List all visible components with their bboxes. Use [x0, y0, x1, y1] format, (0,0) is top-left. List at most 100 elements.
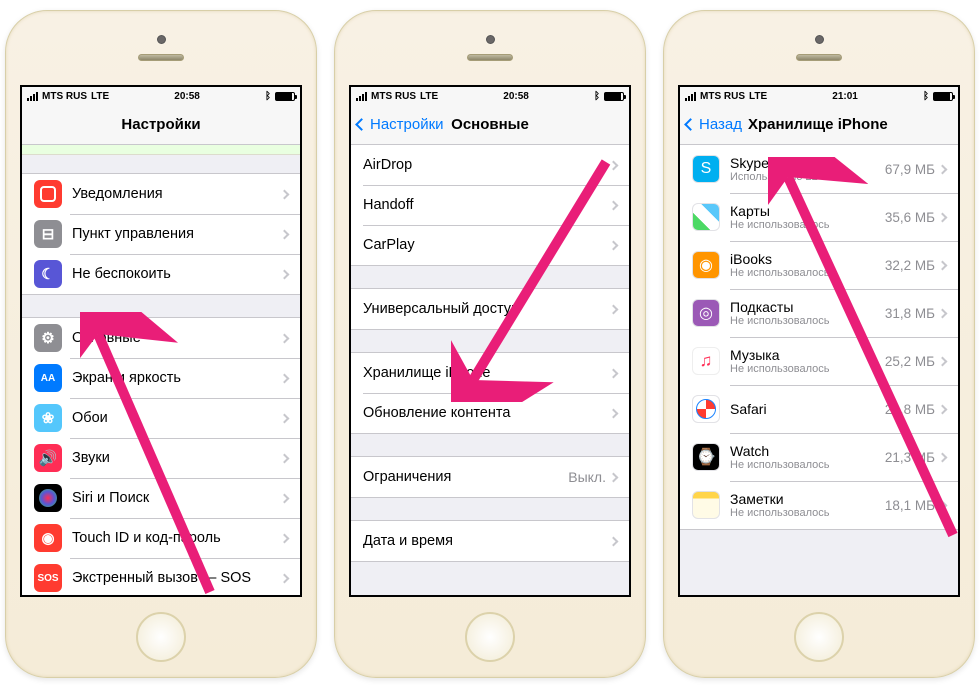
row-label: Хранилище iPhone — [363, 365, 610, 381]
row-label: Основные — [72, 330, 281, 346]
row-app-podcasts[interactable]: ◎ Подкасты Не использовалось 31,8 МБ — [680, 289, 958, 337]
row-app-notes[interactable]: Заметки Не использовалось 18,1 МБ — [680, 481, 958, 529]
network-label: LTE — [91, 91, 109, 102]
row-app-safari[interactable]: Safari 24,8 МБ — [680, 385, 958, 433]
row-app-watch[interactable]: ⌚ Watch Не использовалось 21,3 МБ — [680, 433, 958, 481]
clock-label: 20:58 — [503, 91, 529, 102]
app-name: Safari — [730, 401, 885, 417]
app-name: Карты — [730, 203, 885, 219]
camera-icon — [157, 35, 166, 44]
app-sub: Не использовалось — [730, 459, 885, 472]
battery-icon — [275, 92, 295, 101]
app-sub: Не использовалось — [730, 363, 885, 376]
chevron-right-icon — [609, 304, 619, 314]
music-icon: ♫ — [692, 347, 720, 375]
chevron-right-icon — [280, 373, 290, 383]
row-app-maps[interactable]: Карты Не использовалось 35,6 МБ — [680, 193, 958, 241]
row-background-refresh[interactable]: Обновление контента — [351, 393, 629, 433]
chevron-right-icon — [938, 356, 948, 366]
row-label: Экран и яркость — [72, 370, 281, 386]
phone-speaker — [467, 35, 513, 61]
nav-bar: Настройки — [22, 105, 300, 145]
status-bar: MTS RUS LTE 20:58 ᛒ — [351, 87, 629, 105]
page-title: Хранилище iPhone — [742, 116, 952, 133]
chevron-right-icon — [938, 260, 948, 270]
chevron-right-icon — [938, 308, 948, 318]
chevron-right-icon — [280, 453, 290, 463]
app-size: 67,9 МБ — [885, 162, 935, 177]
nav-bar: Настройки Основные — [351, 105, 629, 145]
row-general[interactable]: ⚙ Основные — [22, 318, 300, 358]
row-label: Дата и время — [363, 533, 610, 549]
home-button[interactable] — [136, 612, 186, 662]
row-app-music[interactable]: ♫ Музыка Не использовалось 25,2 МБ — [680, 337, 958, 385]
row-label: Не беспокоить — [72, 266, 281, 282]
chevron-right-icon — [938, 500, 948, 510]
chevron-left-icon — [355, 118, 368, 131]
wallpaper-icon: ❀ — [34, 404, 62, 432]
chevron-right-icon — [609, 240, 619, 250]
app-sub: Не использовалось — [730, 507, 885, 520]
app-size: 18,1 МБ — [885, 498, 935, 513]
row-app-skype[interactable]: S Skype Использовано 22 сент... 67,9 МБ — [680, 145, 958, 193]
row-touchid[interactable]: ◉ Touch ID и код-пароль — [22, 518, 300, 558]
row-label: Экстренный вызов — SOS — [72, 570, 281, 586]
row-carplay[interactable]: CarPlay — [351, 225, 629, 265]
row-label: Ограничения — [363, 469, 568, 485]
earpiece-icon — [467, 54, 513, 61]
row-notifications[interactable]: Уведомления — [22, 174, 300, 214]
chevron-right-icon — [280, 189, 290, 199]
row-label: Touch ID и код-пароль — [72, 530, 281, 546]
row-display[interactable]: AA Экран и яркость — [22, 358, 300, 398]
row-iphone-storage[interactable]: Хранилище iPhone — [351, 353, 629, 393]
earpiece-icon — [796, 54, 842, 61]
row-label: Handoff — [363, 197, 610, 213]
network-label: LTE — [420, 91, 438, 102]
home-button[interactable] — [465, 612, 515, 662]
network-label: LTE — [749, 91, 767, 102]
chevron-right-icon — [609, 408, 619, 418]
app-name: Музыка — [730, 347, 885, 363]
row-date-time[interactable]: Дата и время — [351, 521, 629, 561]
notifications-icon — [34, 180, 62, 208]
row-label: Обои — [72, 410, 281, 426]
row-siri[interactable]: Siri и Поиск — [22, 478, 300, 518]
row-app-ibooks[interactable]: ◉ iBooks Не использовалось 32,2 МБ — [680, 241, 958, 289]
carrier-label: MTS RUS — [371, 91, 416, 102]
app-name: Skype — [730, 155, 885, 171]
storage-list[interactable]: S Skype Использовано 22 сент... 67,9 МБ … — [680, 145, 958, 595]
chevron-right-icon — [938, 404, 948, 414]
row-sos[interactable]: SOS Экстренный вызов — SOS — [22, 558, 300, 595]
app-name: Заметки — [730, 491, 885, 507]
row-control-center[interactable]: ⊟ Пункт управления — [22, 214, 300, 254]
clock-label: 20:58 — [174, 91, 200, 102]
general-list[interactable]: AirDrop Handoff CarPlay Универсальный до… — [351, 145, 629, 595]
maps-icon — [692, 203, 720, 231]
sos-icon: SOS — [34, 564, 62, 592]
back-button[interactable]: Настройки — [357, 116, 444, 133]
row-accessibility[interactable]: Универсальный доступ — [351, 289, 629, 329]
chevron-right-icon — [609, 472, 619, 482]
row-dnd[interactable]: ☾ Не беспокоить — [22, 254, 300, 294]
touchid-icon: ◉ — [34, 524, 62, 552]
chevron-right-icon — [609, 160, 619, 170]
chevron-right-icon — [609, 536, 619, 546]
row-airdrop[interactable]: AirDrop — [351, 145, 629, 185]
row-sounds[interactable]: 🔊 Звуки — [22, 438, 300, 478]
app-sub: Не использовалось — [730, 267, 885, 280]
settings-list[interactable]: Уведомления ⊟ Пункт управления ☾ Не бесп… — [22, 145, 300, 595]
carrier-label: MTS RUS — [42, 91, 87, 102]
siri-icon — [34, 484, 62, 512]
chevron-right-icon — [280, 493, 290, 503]
app-size: 35,6 МБ — [885, 210, 935, 225]
row-label: Siri и Поиск — [72, 490, 281, 506]
row-handoff[interactable]: Handoff — [351, 185, 629, 225]
row-restrictions[interactable]: Ограничения Выкл. — [351, 457, 629, 497]
signal-icon — [27, 92, 38, 101]
home-button[interactable] — [794, 612, 844, 662]
battery-icon — [604, 92, 624, 101]
row-label: Обновление контента — [363, 405, 610, 421]
back-button[interactable]: Назад — [686, 116, 742, 133]
row-wallpaper[interactable]: ❀ Обои — [22, 398, 300, 438]
app-size: 32,2 МБ — [885, 258, 935, 273]
